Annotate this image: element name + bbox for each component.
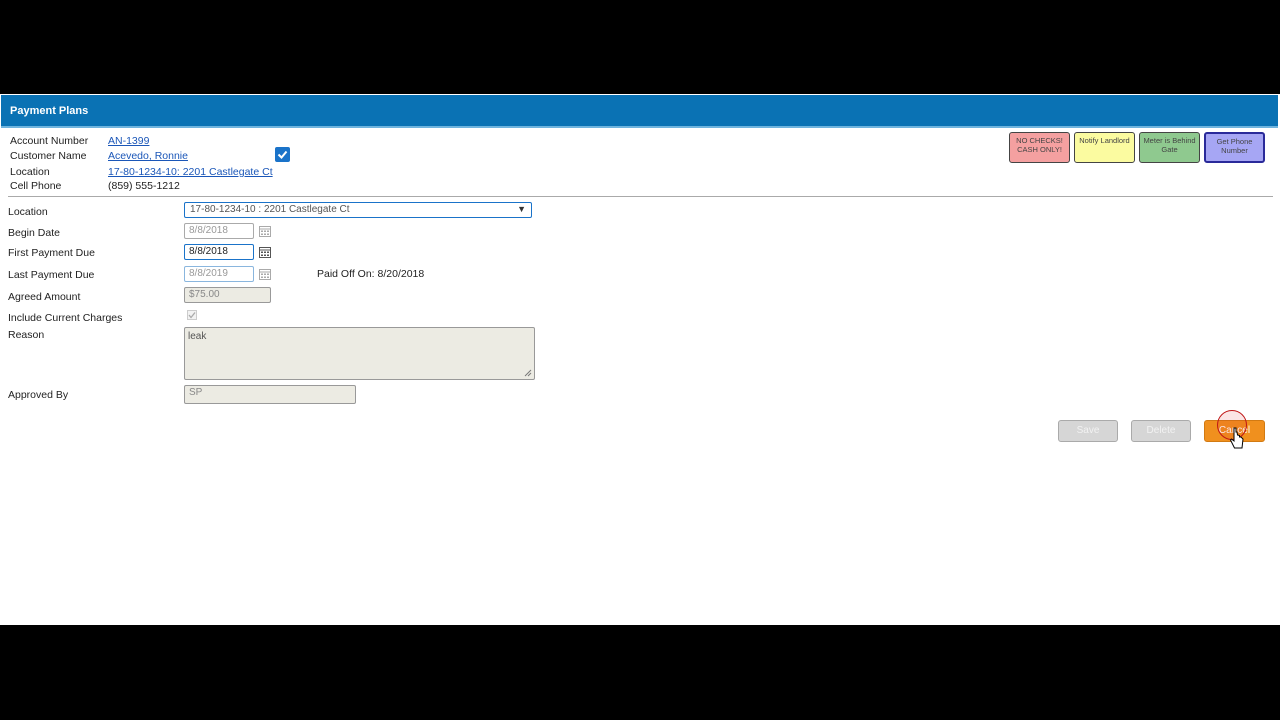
begin-date-input[interactable]: 8/8/2018 — [184, 223, 254, 239]
title-bar: Payment Plans — [1, 95, 1278, 128]
customer-checkbox[interactable] — [275, 147, 290, 162]
location-select[interactable]: 17-80-1234-10 : 2201 Castlegate Ct ▼ — [184, 202, 532, 218]
reason-text: leak — [188, 331, 207, 342]
tag-no-checks[interactable]: NO CHECKS! CASH ONLY! — [1009, 132, 1070, 163]
first-payment-label: First Payment Due — [8, 247, 95, 259]
reason-textarea[interactable]: leak — [184, 327, 535, 380]
calendar-icon[interactable] — [259, 268, 271, 280]
first-payment-input[interactable]: 8/8/2018 — [184, 244, 254, 260]
begin-date-label: Begin Date — [8, 227, 60, 239]
delete-button[interactable]: Delete — [1131, 420, 1191, 442]
checkmark-icon — [277, 150, 288, 159]
cell-phone-value: (859) 555-1212 — [108, 180, 180, 192]
dropdown-arrow-icon[interactable]: ▼ — [517, 204, 526, 214]
account-number-label: Account Number — [10, 135, 89, 147]
tag-notify-landlord[interactable]: Notify Landlord — [1074, 132, 1135, 163]
resize-grip-icon[interactable] — [524, 369, 532, 377]
agreed-amount-input[interactable]: $75.00 — [184, 287, 271, 303]
location-select-value: 17-80-1234-10 : 2201 Castlegate Ct — [190, 204, 350, 215]
form-location-label: Location — [8, 206, 48, 218]
payment-plans-window: Payment Plans Account Number AN-1399 Cus… — [0, 94, 1280, 625]
tag-get-phone-number[interactable]: Get Phone Number — [1204, 132, 1265, 163]
customer-name-link[interactable]: Acevedo, Ronnie — [108, 150, 188, 162]
approved-by-input[interactable]: SP — [184, 385, 356, 404]
paid-off-text: Paid Off On: 8/20/2018 — [317, 268, 425, 280]
tag-meter-behind-gate[interactable]: Meter is Behind Gate — [1139, 132, 1200, 163]
mouse-pointer-icon — [1230, 427, 1244, 449]
include-charges-label: Include Current Charges — [8, 312, 123, 324]
location-label: Location — [10, 166, 50, 178]
account-number-link[interactable]: AN-1399 — [108, 135, 149, 147]
calendar-icon[interactable] — [259, 225, 271, 237]
last-payment-label: Last Payment Due — [8, 269, 95, 281]
window-title: Payment Plans — [10, 105, 89, 117]
include-charges-checkbox[interactable] — [187, 310, 197, 320]
last-payment-input[interactable]: 8/8/2019 — [184, 266, 254, 282]
save-button[interactable]: Save — [1058, 420, 1118, 442]
approved-by-label: Approved By — [8, 389, 69, 401]
divider — [8, 196, 1273, 197]
customer-name-label: Customer Name — [10, 150, 87, 162]
cell-phone-label: Cell Phone — [10, 180, 62, 192]
location-link[interactable]: 17-80-1234-10: 2201 Castlegate Ct — [108, 166, 273, 178]
reason-label: Reason — [8, 329, 45, 341]
agreed-amount-label: Agreed Amount — [8, 291, 81, 303]
calendar-icon[interactable] — [259, 246, 271, 258]
